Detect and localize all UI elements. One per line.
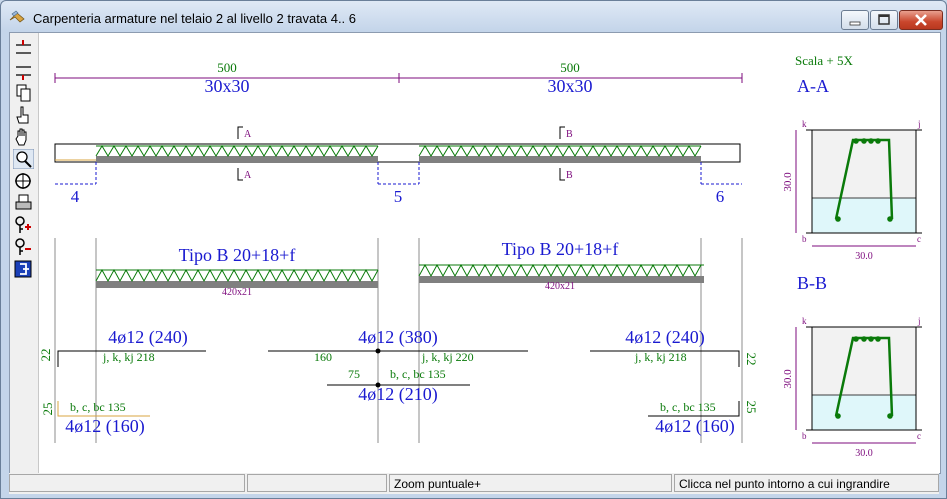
section-width-bb: 30.0 (855, 448, 873, 459)
window-title: Carpenteria armature nel telaio 2 al liv… (33, 11, 357, 26)
status-bar: Zoom puntuale+ Clicca nel punto intorno … (9, 473, 939, 494)
top-rebar-label-2: 4ø12 (380) (358, 327, 438, 348)
section-corner-c-aa: c (917, 234, 921, 244)
minimize-button[interactable] (841, 10, 869, 30)
cross-section-bb: B-B k j b c 30.0 30.0 (782, 273, 922, 459)
minimize-icon (849, 21, 861, 26)
top-rebar-left-2: 160 (314, 350, 332, 364)
slab-label-2: Tipo B 20+18+f (502, 239, 619, 259)
section-title-bb: B-B (797, 273, 827, 293)
drawing-canvas: 500 30x30 500 30x30 4 5 6 A A B B Tipo B… (38, 53, 922, 459)
span-section-1: 30x30 (205, 76, 250, 96)
section-title-aa: A-A (797, 76, 829, 96)
section-corner-b-aa: b (802, 234, 807, 244)
top-rebar-label-1: 4ø12 (240) (108, 327, 188, 348)
section-corner-j-bb: j (917, 316, 921, 326)
section-corner-j-aa: j (917, 119, 921, 129)
close-button[interactable] (899, 10, 943, 30)
span-length-1: 500 (217, 60, 237, 75)
span-section-2: 30x30 (548, 76, 593, 96)
dim-25-right: 25 (744, 401, 759, 414)
node-label-6: 6 (716, 187, 725, 206)
node-label-5: 5 (394, 187, 403, 206)
rebar-node-top (375, 348, 381, 354)
section-height-aa: 30.0 (782, 172, 794, 192)
close-icon (915, 14, 927, 26)
drawing-area[interactable]: 500 30x30 500 30x30 4 5 6 A A B B Tipo B… (9, 32, 941, 474)
section-corner-k-aa: k (802, 119, 807, 129)
bottom-rebar-label-2: 4ø12 (210) (358, 384, 438, 405)
bottom-rebar-label-3: 4ø12 (160) (655, 416, 735, 437)
top-rebar-label-3: 4ø12 (240) (625, 327, 705, 348)
section-mark-b-top: B (566, 129, 573, 140)
span-length-2: 500 (560, 60, 580, 75)
section-mark-b-bottom: B (566, 170, 573, 181)
slab-label-1: Tipo B 20+18+f (179, 245, 296, 265)
span-dimension-line (54, 73, 743, 83)
status-hint: Clicca nel punto intorno a cui ingrandir… (674, 474, 939, 492)
top-rebar-note-2: j, k, kj 220 (421, 350, 474, 364)
column-stubs (55, 162, 742, 185)
status-mode: Zoom puntuale+ (389, 474, 672, 492)
status-panel-1 (9, 474, 245, 492)
bottom-rebar-note-1: b, c, bc 135 (70, 400, 126, 414)
section-width-aa: 30.0 (855, 251, 873, 262)
slab-sub-2: 420x21 (545, 281, 575, 292)
top-rebar-note-3: j, k, kj 218 (634, 350, 687, 364)
section-corner-b-bb: b (802, 431, 807, 441)
title-bar[interactable]: Carpenteria armature nel telaio 2 al liv… (1, 1, 946, 31)
maximize-icon (878, 14, 890, 25)
scale-label: Scala + 5X (795, 53, 853, 68)
dim-22-right: 22 (744, 353, 759, 366)
node-label-4: 4 (71, 187, 80, 206)
cross-section-aa: A-A k j b c 30.0 30.0 (782, 76, 922, 262)
application-window: Carpenteria armature nel telaio 2 al liv… (0, 0, 947, 499)
bottom-rebar-note-3: b, c, bc 135 (660, 400, 716, 414)
dim-25-left: 25 (40, 403, 55, 416)
dim-22-left: 22 (38, 349, 53, 362)
bottom-rebar-note-2: b, c, bc 135 (390, 367, 446, 381)
top-rebar-note-1: j, k, kj 218 (102, 350, 155, 364)
bottom-rebar-label-1: 4ø12 (160) (65, 416, 145, 437)
section-corner-c-bb: c (917, 431, 921, 441)
bottom-rebar-left-2: 75 (348, 367, 360, 381)
section-corner-k-bb: k (802, 316, 807, 326)
section-mark-a-bottom: A (244, 170, 252, 181)
status-panel-2 (247, 474, 387, 492)
app-icon (9, 10, 25, 23)
section-mark-a-top: A (244, 129, 252, 140)
beam-elevation (54, 143, 741, 163)
slab-drawings (95, 263, 704, 288)
maximize-button[interactable] (870, 10, 898, 30)
slab-sub-1: 420x21 (222, 287, 252, 298)
section-height-bb: 30.0 (782, 369, 794, 389)
